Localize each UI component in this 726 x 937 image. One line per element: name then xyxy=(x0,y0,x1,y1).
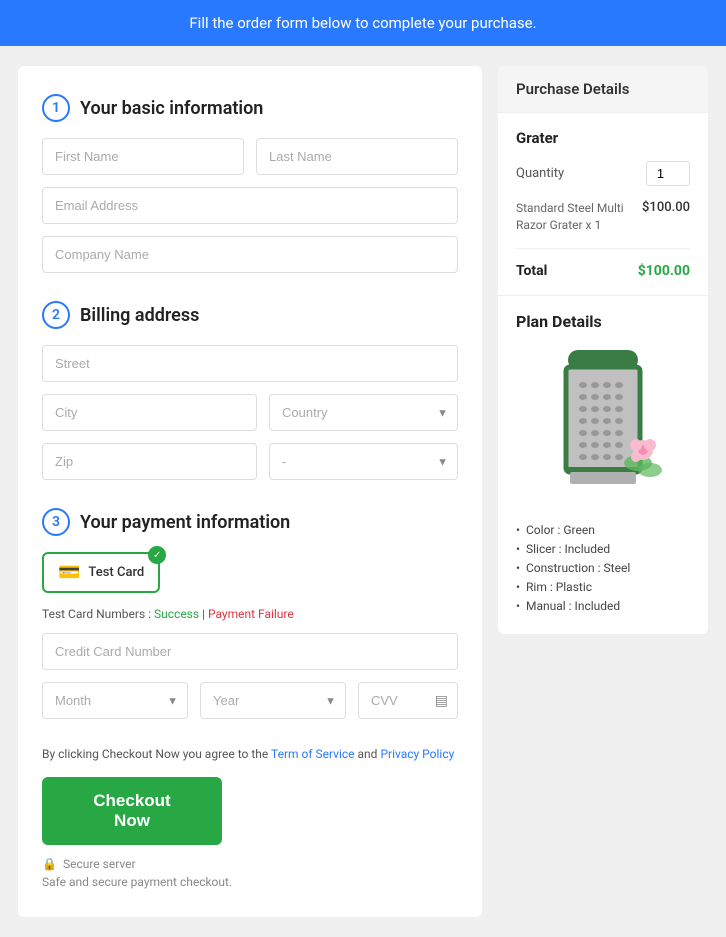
purchase-header: Purchase Details xyxy=(498,66,708,113)
billing-section: 2 Billing address Country ▼ - xyxy=(42,301,458,480)
secure-subtext: Safe and secure payment checkout. xyxy=(42,875,458,889)
price-row: Standard Steel Multi Razor Grater x 1 $1… xyxy=(516,200,690,249)
terms-text: By clicking Checkout Now you agree to th… xyxy=(42,747,458,761)
top-banner: Fill the order form below to complete yo… xyxy=(0,0,726,46)
month-select[interactable]: Month xyxy=(42,682,188,719)
checkout-button[interactable]: Checkout Now xyxy=(42,777,222,845)
card-label: Test Card xyxy=(88,565,144,580)
main-container: 1 Your basic information 2 Billing addre… xyxy=(0,46,726,937)
plan-feature-item: Slicer : Included xyxy=(516,542,690,556)
plan-features: Color : Green Slicer : Included Constructi… xyxy=(516,523,690,613)
street-row xyxy=(42,345,458,382)
product-image-wrapper xyxy=(516,345,690,509)
total-row: Total $100.00 xyxy=(516,263,690,279)
grater-image xyxy=(538,345,668,505)
check-badge-icon: ✓ xyxy=(148,546,166,564)
last-name-input[interactable] xyxy=(256,138,458,175)
card-details-row: Month ▼ Year ▼ ▤ xyxy=(42,682,458,719)
failure-link[interactable]: Payment Failure xyxy=(208,607,294,621)
street-input[interactable] xyxy=(42,345,458,382)
year-wrapper: Year ▼ xyxy=(200,682,346,719)
plan-feature-item: Color : Green xyxy=(516,523,690,537)
terms-and: and xyxy=(358,747,381,761)
price-amount: $100.00 xyxy=(642,200,690,215)
city-input[interactable] xyxy=(42,394,257,431)
email-row xyxy=(42,187,458,224)
state-wrapper: - ▼ xyxy=(269,443,458,480)
city-country-row: Country ▼ xyxy=(42,394,458,431)
month-wrapper: Month ▼ xyxy=(42,682,188,719)
payment-title: Your payment information xyxy=(80,512,290,533)
basic-info-title: Your basic information xyxy=(80,98,263,119)
year-select[interactable]: Year xyxy=(200,682,346,719)
quantity-label: Quantity xyxy=(516,166,564,181)
zip-state-row: - ▼ xyxy=(42,443,458,480)
cvv-card-icon: ▤ xyxy=(435,693,448,709)
cc-number-input[interactable] xyxy=(42,633,458,670)
section-1-number: 1 xyxy=(42,94,70,122)
plan-feature-item: Rim : Plastic xyxy=(516,580,690,594)
first-name-input[interactable] xyxy=(42,138,244,175)
cvv-wrapper: ▤ xyxy=(358,682,458,719)
total-label: Total xyxy=(516,263,547,279)
plan-title: Plan Details xyxy=(516,312,690,331)
left-panel: 1 Your basic information 2 Billing addre… xyxy=(18,66,482,917)
success-link[interactable]: Success xyxy=(154,607,199,621)
email-input[interactable] xyxy=(42,187,458,224)
tos-link[interactable]: Term of Service xyxy=(271,747,355,761)
name-row xyxy=(42,138,458,175)
country-wrapper: Country ▼ xyxy=(269,394,458,431)
banner-text: Fill the order form below to complete yo… xyxy=(189,14,536,32)
payment-section: 3 Your payment information 💳 Test Card ✓… xyxy=(42,508,458,719)
quantity-input[interactable] xyxy=(646,161,690,186)
billing-title: Billing address xyxy=(80,305,199,326)
privacy-link[interactable]: Privacy Policy xyxy=(380,747,454,761)
company-input[interactable] xyxy=(42,236,458,273)
quantity-row: Quantity xyxy=(516,161,690,186)
plan-feature-item: Construction : Steel xyxy=(516,561,690,575)
plan-feature-item: Manual : Included xyxy=(516,599,690,613)
cc-row xyxy=(42,633,458,670)
billing-header: 2 Billing address xyxy=(42,301,458,329)
zip-input[interactable] xyxy=(42,443,257,480)
country-select[interactable]: Country xyxy=(269,394,458,431)
plan-details-section: Plan Details xyxy=(498,295,708,634)
basic-info-header: 1 Your basic information xyxy=(42,94,458,122)
payment-header: 3 Your payment information xyxy=(42,508,458,536)
test-card-prefix: Test Card Numbers : xyxy=(42,607,151,621)
section-3-number: 3 xyxy=(42,508,70,536)
state-select[interactable]: - xyxy=(269,443,458,480)
right-panel: Purchase Details Grater Quantity Standar… xyxy=(498,66,708,634)
total-amount: $100.00 xyxy=(638,263,690,279)
test-card-note: Test Card Numbers : Success | Payment Fa… xyxy=(42,607,458,621)
purchase-title: Purchase Details xyxy=(516,80,629,98)
section-2-number: 2 xyxy=(42,301,70,329)
card-option[interactable]: 💳 Test Card ✓ xyxy=(42,552,160,593)
purchase-body: Grater Quantity Standard Steel Multi Raz… xyxy=(498,113,708,295)
terms-before: By clicking Checkout Now you agree to th… xyxy=(42,747,271,761)
basic-info-section: 1 Your basic information xyxy=(42,94,458,273)
product-name: Grater xyxy=(516,129,690,147)
price-desc: Standard Steel Multi Razor Grater x 1 xyxy=(516,200,642,234)
credit-card-icon: 💳 xyxy=(58,562,80,583)
company-row xyxy=(42,236,458,273)
